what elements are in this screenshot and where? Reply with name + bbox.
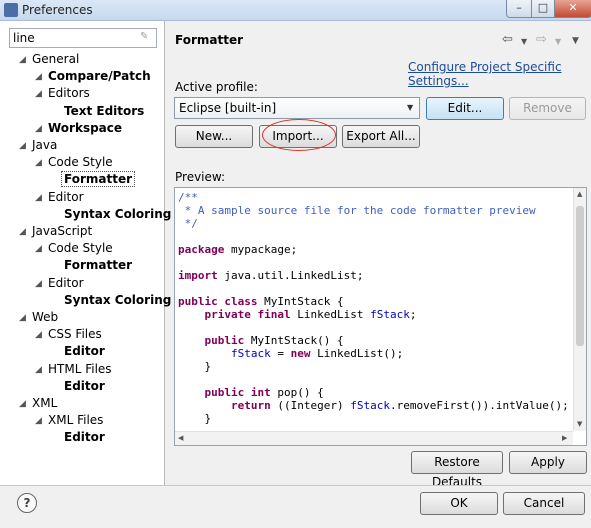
tree-expand-icon[interactable]: ◢ (35, 193, 42, 203)
tree-expand-icon[interactable]: ◢ (19, 55, 26, 65)
edit-button[interactable]: Edit... (426, 97, 504, 120)
filter-input-value: line (13, 31, 35, 45)
back-menu-chevron-icon[interactable]: ▼ (521, 37, 527, 46)
tree-item[interactable]: Workspace (48, 121, 122, 135)
tree-expand-icon[interactable]: ◢ (35, 416, 42, 426)
tree-expand-icon[interactable]: ◢ (35, 72, 42, 82)
horizontal-scrollbar[interactable]: ◀ ▶ (175, 431, 573, 445)
app-icon (4, 3, 18, 17)
tree-item[interactable]: Syntax Coloring (64, 293, 171, 307)
tree-expand-icon[interactable]: ◢ (35, 279, 42, 289)
page-title: Formatter (175, 33, 244, 47)
tree-item[interactable]: Formatter (64, 258, 132, 272)
tree-expand-icon[interactable]: ◢ (19, 227, 26, 237)
new-button[interactable]: New... (175, 125, 253, 148)
tree-expand-icon[interactable]: ◢ (19, 313, 26, 323)
active-profile-value: Eclipse [built-in] (179, 101, 277, 115)
scroll-down-icon[interactable]: ▼ (577, 420, 582, 428)
tree-item[interactable]: XML (32, 396, 57, 410)
scroll-left-icon[interactable]: ◀ (178, 434, 183, 442)
tree-item[interactable]: Web (32, 310, 58, 324)
tree-expand-icon[interactable]: ◢ (35, 244, 42, 254)
tree-item[interactable]: Code Style (48, 155, 113, 169)
forward-arrow-icon[interactable]: ⇨ (536, 32, 547, 47)
maximize-button[interactable]: □ (531, 0, 555, 18)
active-profile-label: Active profile: (175, 80, 258, 94)
remove-button[interactable]: Remove (509, 97, 586, 120)
code-preview: /** * A sample source file for the code … (174, 187, 587, 446)
tree-item[interactable]: General (32, 52, 79, 66)
tree-expand-icon[interactable]: ◢ (35, 89, 42, 99)
cancel-button[interactable]: Cancel (503, 492, 585, 515)
tree-item[interactable]: Editor (48, 190, 84, 204)
footer-divider (0, 485, 591, 486)
tree-item[interactable]: XML Files (48, 413, 103, 427)
tree-expand-icon[interactable]: ◢ (19, 141, 26, 151)
tree-item[interactable]: CSS Files (48, 327, 102, 341)
import-highlight-ring (262, 119, 336, 151)
vertical-scroll-thumb[interactable] (576, 206, 584, 346)
scroll-up-icon[interactable]: ▲ (577, 190, 582, 198)
close-button[interactable]: ✕ (554, 0, 591, 18)
minimize-button[interactable]: – (506, 0, 532, 18)
chevron-down-icon: ▼ (407, 103, 414, 112)
tree-item[interactable]: Editors (48, 86, 90, 100)
scroll-right-icon[interactable]: ▶ (562, 434, 567, 442)
eraser-icon[interactable]: ✎ (140, 32, 150, 42)
tree-item[interactable]: Code Style (48, 241, 113, 255)
tree-item[interactable]: Java (32, 138, 57, 152)
tree-item[interactable]: Text Editors (64, 104, 144, 118)
preview-label: Preview: (175, 170, 226, 184)
vertical-scrollbar[interactable]: ▲ ▼ (573, 188, 586, 431)
help-icon[interactable]: ? (17, 493, 37, 513)
forward-menu-chevron-icon[interactable]: ▼ (555, 37, 561, 46)
tree-expand-icon[interactable]: ◢ (35, 330, 42, 340)
tree-expand-icon[interactable]: ◢ (35, 124, 42, 134)
window-title: Preferences (22, 3, 93, 17)
apply-button[interactable]: Apply (509, 451, 587, 474)
active-profile-select[interactable]: Eclipse [built-in] ▼ (174, 97, 420, 119)
back-arrow-icon[interactable]: ⇦ (502, 32, 513, 47)
filter-input[interactable]: line ✎ (9, 28, 157, 48)
tree-item[interactable]: Formatter (60, 171, 136, 188)
tree-item[interactable]: Editor (48, 276, 84, 290)
export-all-button[interactable]: Export All... (342, 125, 420, 148)
restore-defaults-button[interactable]: Restore Defaults (411, 451, 503, 489)
code-preview-text: /** * A sample source file for the code … (178, 191, 569, 425)
tree-item[interactable]: HTML Files (48, 362, 112, 376)
tree-expand-icon[interactable]: ◢ (19, 399, 26, 409)
tree-item[interactable]: Editor (64, 379, 105, 393)
tree-item[interactable]: Compare/Patch (48, 69, 151, 83)
ok-button[interactable]: OK (420, 492, 498, 515)
tree-item[interactable]: Editor (64, 430, 105, 444)
tree-item[interactable]: Editor (64, 344, 105, 358)
view-menu-chevron-icon[interactable]: ▼ (572, 36, 579, 46)
tree-expand-icon[interactable]: ◢ (35, 365, 42, 375)
tree-item[interactable]: JavaScript (32, 224, 92, 238)
configure-project-settings-link[interactable]: Configure Project Specific Settings... (408, 60, 591, 88)
tree-item[interactable]: Syntax Coloring (64, 207, 171, 221)
tree-expand-icon[interactable]: ◢ (35, 158, 42, 168)
